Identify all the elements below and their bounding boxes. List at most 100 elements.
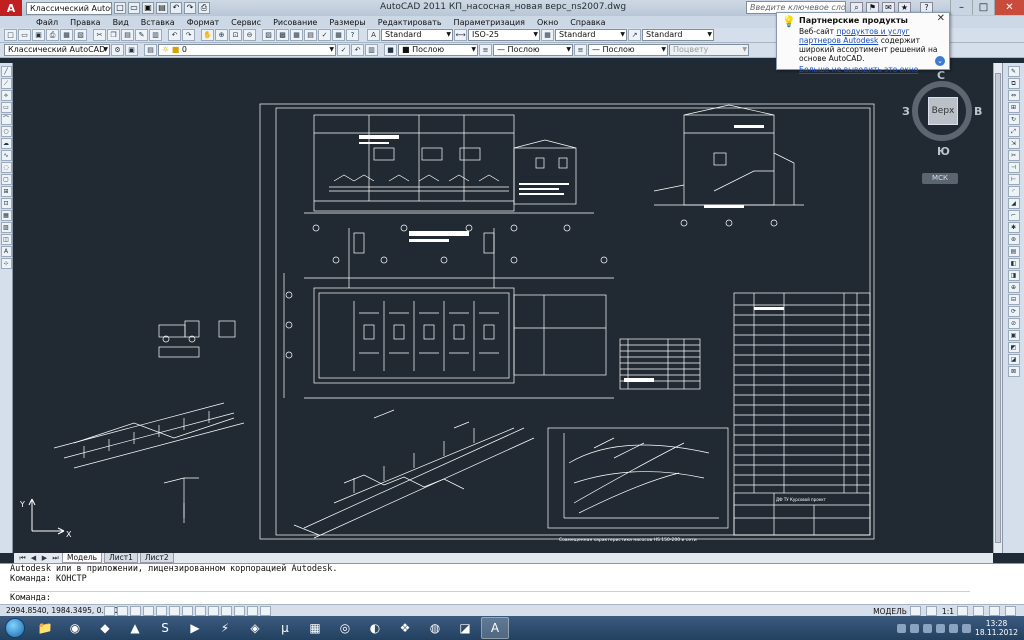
- color-icon[interactable]: ■: [384, 44, 397, 56]
- snap-icon[interactable]: [104, 605, 115, 616]
- layer-manager-icon[interactable]: ▤: [144, 44, 157, 56]
- workspace-settings-icon[interactable]: ⚙: [111, 44, 124, 56]
- modify-tool-icon[interactable]: ◪: [1007, 354, 1020, 365]
- modify-tool-icon[interactable]: ◨: [1007, 270, 1020, 281]
- table-style-icon[interactable]: ▦: [541, 29, 554, 41]
- layer-states-icon[interactable]: ▥: [365, 44, 378, 56]
- model-space-canvas[interactable]: Совмещенная характеристика насосов НS 15…: [14, 63, 993, 553]
- modify-tool-icon[interactable]: ✱: [1007, 222, 1020, 233]
- tab-next-icon[interactable]: ▶: [40, 554, 49, 562]
- layout-quickview-icon[interactable]: [909, 606, 921, 616]
- tray-icon[interactable]: [936, 623, 946, 633]
- draw-tool-icon[interactable]: ○: [0, 126, 12, 137]
- cut-icon[interactable]: ✂: [93, 29, 106, 41]
- properties-icon[interactable]: ▨: [262, 29, 275, 41]
- print-icon[interactable]: ⎙: [46, 29, 59, 41]
- draw-tool-icon[interactable]: ⊡: [0, 198, 12, 209]
- chrome-icon[interactable]: ◉: [61, 617, 89, 639]
- preview-icon[interactable]: ▦: [60, 29, 73, 41]
- viewcube-top-face[interactable]: Верх: [928, 97, 958, 125]
- make-current-layer-icon[interactable]: ✓: [337, 44, 350, 56]
- save-as-icon[interactable]: ▤: [156, 2, 168, 14]
- vlc-icon[interactable]: ▲: [121, 617, 149, 639]
- close-icon[interactable]: ✕: [937, 14, 945, 24]
- annotation-visibility-icon[interactable]: [957, 606, 968, 616]
- menu-item[interactable]: Вставка: [135, 18, 181, 27]
- draw-tool-icon[interactable]: ⟡: [0, 90, 12, 101]
- media-icon[interactable]: ▶: [181, 617, 209, 639]
- linetype-icon[interactable]: ≡: [479, 44, 492, 56]
- workspace-select[interactable]: Классический AutoCAD ▼: [4, 44, 110, 56]
- tool-palettes-icon[interactable]: ▦: [290, 29, 303, 41]
- linetype-select[interactable]: — Послою ▼: [493, 44, 573, 56]
- ducs-icon[interactable]: [195, 605, 206, 616]
- modify-tool-icon[interactable]: ⊣: [1007, 162, 1020, 173]
- draw-tool-icon[interactable]: A: [0, 246, 12, 257]
- modify-tool-icon[interactable]: ⇔: [1007, 90, 1020, 101]
- 3d-osnap-icon[interactable]: [169, 605, 180, 616]
- ucs-menu[interactable]: МСК: [922, 173, 958, 184]
- lineweight-icon[interactable]: ≡: [574, 44, 587, 56]
- draw-tool-icon[interactable]: ◌: [0, 162, 12, 173]
- dim-style-select[interactable]: ISO-25 ▼: [468, 29, 540, 41]
- open-icon[interactable]: ▭: [18, 29, 31, 41]
- lineweight-toggle-icon[interactable]: [221, 605, 232, 616]
- modify-tool-icon[interactable]: ⊢: [1007, 174, 1020, 185]
- tab-last-icon[interactable]: ⏭: [51, 554, 60, 563]
- menu-item[interactable]: Параметризация: [448, 18, 531, 27]
- draw-tool-icon[interactable]: ▢: [0, 174, 12, 185]
- model-space-toggle[interactable]: МОДЕЛЬ: [873, 607, 907, 616]
- color-select[interactable]: ■ Послою ▼: [398, 44, 478, 56]
- undo-icon[interactable]: ↶: [170, 2, 182, 14]
- menu-item[interactable]: Справка: [564, 18, 611, 27]
- drawing-quickview-icon[interactable]: [925, 606, 937, 616]
- compass-south[interactable]: Ю: [937, 145, 950, 158]
- draw-tool-icon[interactable]: ∿: [0, 150, 12, 161]
- modify-tool-icon[interactable]: ⟳: [1007, 306, 1020, 317]
- menu-item[interactable]: Файл: [30, 18, 64, 27]
- explorer-icon[interactable]: 📁: [31, 617, 59, 639]
- modify-tool-icon[interactable]: ⇲: [1007, 138, 1020, 149]
- grid-icon[interactable]: [117, 605, 128, 616]
- app-icon[interactable]: ❖: [391, 617, 419, 639]
- draw-tool-icon[interactable]: ▦: [0, 210, 12, 221]
- app-icon[interactable]: ⚡: [211, 617, 239, 639]
- selection-cycling-icon[interactable]: [260, 605, 271, 616]
- print-icon[interactable]: ⎙: [198, 2, 210, 14]
- modify-tool-icon[interactable]: ↻: [1007, 114, 1020, 125]
- zoom-previous-icon[interactable]: ⊖: [243, 29, 256, 41]
- workspace-save-icon[interactable]: ▣: [125, 44, 138, 56]
- table-style-select[interactable]: Standard ▼: [555, 29, 627, 41]
- save-icon[interactable]: ▣: [142, 2, 154, 14]
- tab-sheet1[interactable]: Лист1: [104, 553, 138, 563]
- polar-icon[interactable]: [143, 605, 154, 616]
- transparency-icon[interactable]: [234, 605, 245, 616]
- compass-west[interactable]: З: [902, 105, 910, 118]
- draw-tool-icon[interactable]: ▭: [0, 102, 12, 113]
- modify-tool-icon[interactable]: ⧉: [1007, 78, 1020, 89]
- tray-icon[interactable]: [910, 623, 920, 633]
- design-center-icon[interactable]: ▩: [276, 29, 289, 41]
- draw-tool-icon[interactable]: ⊹: [0, 258, 12, 269]
- dont-show-link[interactable]: Больше не выводить это окно: [799, 65, 943, 74]
- modify-tool-icon[interactable]: ◢: [1007, 198, 1020, 209]
- draw-tool-icon[interactable]: ╱: [0, 66, 12, 77]
- zoom-window-icon[interactable]: ⊡: [229, 29, 242, 41]
- layer-previous-icon[interactable]: ↶: [351, 44, 364, 56]
- modify-tool-icon[interactable]: ⤢: [1007, 126, 1020, 137]
- sheet-set-icon[interactable]: ▤: [304, 29, 317, 41]
- modify-tool-icon[interactable]: ◜: [1007, 186, 1020, 197]
- help-icon[interactable]: ?: [346, 29, 359, 41]
- osnap-icon[interactable]: [156, 605, 167, 616]
- draw-tool-icon[interactable]: ⊞: [0, 186, 12, 197]
- layer-select[interactable]: ☼ ■ 0 ▼: [158, 44, 336, 56]
- modify-tool-icon[interactable]: ⊞: [1007, 102, 1020, 113]
- modify-tool-icon[interactable]: ⊟: [1007, 294, 1020, 305]
- tab-model[interactable]: Модель: [62, 553, 103, 563]
- draw-tool-icon[interactable]: ◫: [0, 234, 12, 245]
- draw-tool-icon[interactable]: ▨: [0, 222, 12, 233]
- save-icon[interactable]: ▣: [32, 29, 45, 41]
- modify-tool-icon[interactable]: ◧: [1007, 258, 1020, 269]
- draw-tool-icon[interactable]: ☁: [0, 138, 12, 149]
- modify-tool-icon[interactable]: ⊛: [1007, 234, 1020, 245]
